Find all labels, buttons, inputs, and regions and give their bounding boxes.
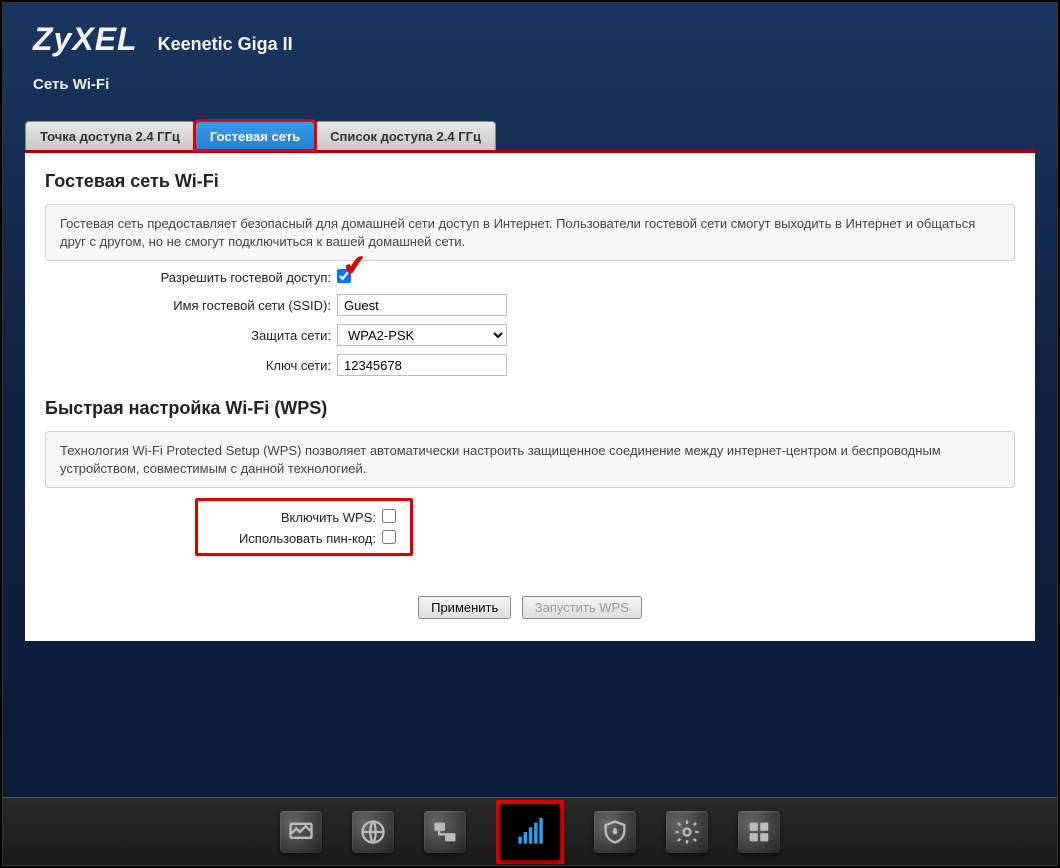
wps-enable-checkbox[interactable] xyxy=(382,509,396,523)
brand-model: Keenetic Giga II xyxy=(158,34,293,55)
annotation-wps-highlight: Включить WPS: Использовать пин-код: xyxy=(195,498,413,556)
nav-globe-icon[interactable] xyxy=(352,811,394,853)
nav-apps-icon[interactable] xyxy=(738,811,780,853)
enable-guest-checkbox[interactable] xyxy=(337,269,351,283)
page-title: Сеть Wi-Fi xyxy=(33,76,1027,93)
brand-logo: ZyXEL xyxy=(33,21,138,58)
wps-pin-label: Использовать пин-код: xyxy=(202,531,382,546)
wps-pin-checkbox[interactable] xyxy=(382,530,396,544)
annotation-nav-highlight xyxy=(496,800,564,864)
enable-guest-label: Разрешить гостевой доступ: xyxy=(45,270,337,285)
tab-access-point[interactable]: Точка доступа 2.4 ГГц xyxy=(25,121,195,150)
wps-description: Технология Wi-Fi Protected Setup (WPS) п… xyxy=(45,431,1015,488)
security-label: Защита сети: xyxy=(45,328,337,343)
nav-monitor-icon[interactable] xyxy=(280,811,322,853)
guest-description: Гостевая сеть предоставляет безопасный д… xyxy=(45,204,1015,261)
nav-gear-icon[interactable] xyxy=(666,811,708,853)
wps-section-title: Быстрая настройка Wi-Fi (WPS) xyxy=(45,398,1015,419)
bottom-nav xyxy=(3,797,1057,865)
tab-bar: Точка доступа 2.4 ГГц Гостевая сеть Спис… xyxy=(25,121,1035,153)
nav-network-icon[interactable] xyxy=(424,811,466,853)
nav-firewall-icon[interactable] xyxy=(594,811,636,853)
start-wps-button[interactable]: Запустить WPS xyxy=(522,596,642,619)
wps-enable-label: Включить WPS: xyxy=(202,510,382,525)
nav-wifi-icon[interactable] xyxy=(500,804,560,860)
content-panel: Гостевая сеть Wi-Fi Гостевая сеть предос… xyxy=(25,153,1035,641)
tab-access-list[interactable]: Список доступа 2.4 ГГц xyxy=(315,121,496,150)
ssid-input[interactable] xyxy=(337,294,507,316)
tab-guest-network[interactable]: Гостевая сеть xyxy=(195,121,315,150)
key-label: Ключ сети: xyxy=(45,358,337,373)
guest-section-title: Гостевая сеть Wi-Fi xyxy=(45,171,1015,192)
key-input[interactable] xyxy=(337,354,507,376)
apply-button[interactable]: Применить xyxy=(418,596,511,619)
security-select[interactable]: WPA2-PSK xyxy=(337,324,507,346)
ssid-label: Имя гостевой сети (SSID): xyxy=(45,298,337,313)
